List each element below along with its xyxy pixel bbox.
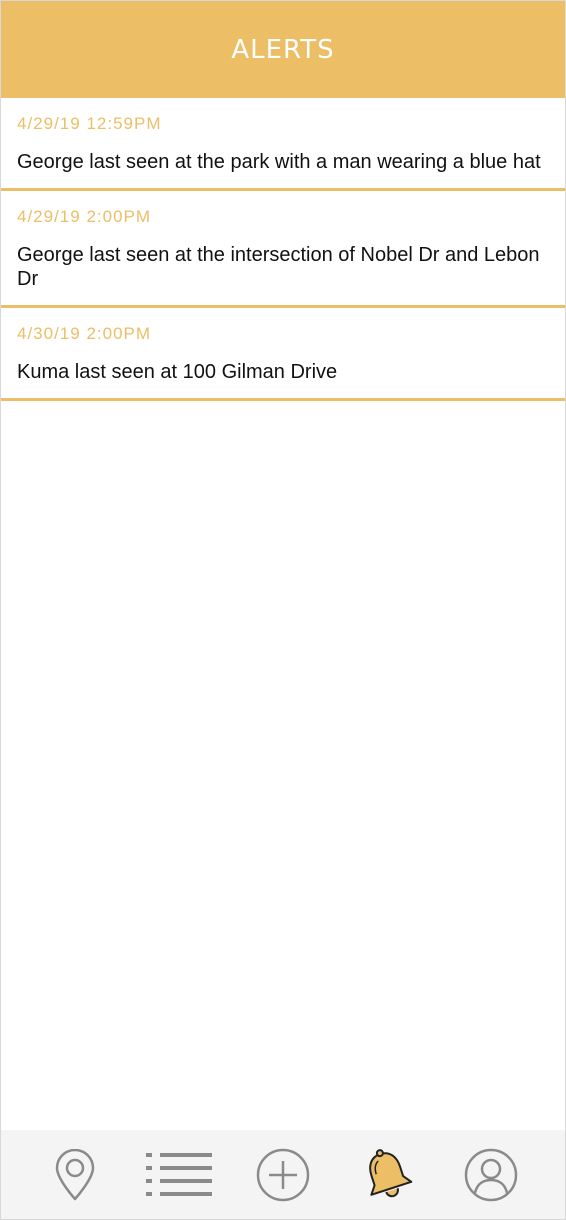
alert-message: George last seen at the park with a man … [17,151,541,173]
app-frame: ALERTS 4/29/19 12:59PM George last seen … [0,0,566,1220]
location-pin-icon [55,1148,95,1200]
alert-timestamp: 4/30/19 2:00PM [17,324,152,343]
alert-item[interactable]: 4/29/19 12:59PM George last seen at the … [1,98,565,191]
bell-icon [369,1148,413,1197]
add-circle-icon [256,1148,310,1201]
header-bar: ALERTS [1,1,565,98]
profile-icon [464,1148,518,1201]
nav-list-button[interactable] [144,1140,214,1210]
nav-profile-button[interactable] [456,1140,526,1210]
alert-message: George last seen at the intersection of … [17,244,540,290]
nav-map-button[interactable] [40,1140,110,1210]
alert-item[interactable]: 4/30/19 2:00PM Kuma last seen at 100 Gil… [1,308,565,401]
list-icon [146,1152,212,1196]
nav-alerts-button[interactable] [352,1140,422,1210]
bottom-navigation [1,1130,565,1219]
alert-item[interactable]: 4/29/19 2:00PM George last seen at the i… [1,191,565,308]
alert-message: Kuma last seen at 100 Gilman Drive [17,361,338,383]
alerts-list: 4/29/19 12:59PM George last seen at the … [1,98,565,401]
nav-add-button[interactable] [248,1140,318,1210]
alert-timestamp: 4/29/19 12:59PM [17,114,162,133]
alert-timestamp: 4/29/19 2:00PM [17,207,152,226]
page-title: ALERTS [231,34,335,65]
